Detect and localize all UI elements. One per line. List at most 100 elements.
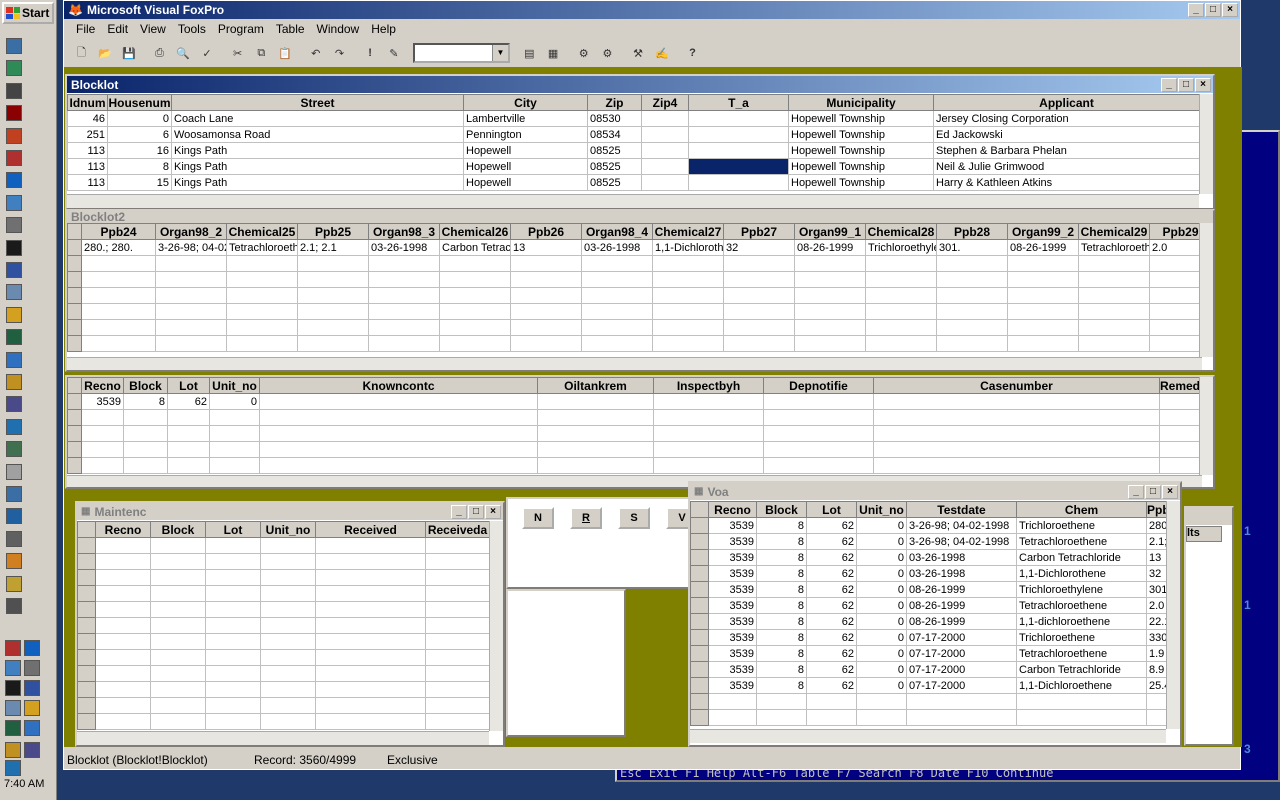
empty-cell[interactable] xyxy=(1146,709,1167,726)
table-row[interactable]: 3539 8 62 0 3-26-98; 04-02-1998 Trichloroethe… xyxy=(690,517,1167,534)
column-header-organ99_2[interactable]: Organ99_2 xyxy=(1007,223,1079,240)
column-header-chemical25[interactable]: Chemical25 xyxy=(226,223,298,240)
cell-recno[interactable]: 3539 xyxy=(708,613,757,630)
empty-cell[interactable] xyxy=(1078,271,1150,288)
empty-cell[interactable] xyxy=(510,271,582,288)
empty-cell[interactable] xyxy=(205,537,261,554)
cell-chemical25[interactable]: Tetrachloroeth xyxy=(226,239,298,256)
empty-cell[interactable] xyxy=(150,665,206,682)
empty-cell[interactable] xyxy=(510,255,582,272)
cell-block[interactable]: 8 xyxy=(756,533,807,550)
cell-lot[interactable]: 62 xyxy=(806,613,857,630)
cell-recno[interactable]: 3539 xyxy=(708,533,757,550)
empty-cell[interactable] xyxy=(1159,457,1203,474)
menu-tools[interactable]: Tools xyxy=(172,22,212,36)
cell-organ99_1[interactable]: 08-26-1999 xyxy=(794,239,866,256)
data-session-icon[interactable]: ▦ xyxy=(542,42,565,64)
database-combo[interactable] xyxy=(413,43,510,63)
empty-cell[interactable] xyxy=(368,271,440,288)
empty-cell[interactable] xyxy=(368,335,440,352)
cell-unit_no[interactable]: 0 xyxy=(856,661,907,678)
empty-row[interactable] xyxy=(77,665,490,682)
quick-launch-icon[interactable] xyxy=(6,329,22,346)
cell-unit_no[interactable]: 0 xyxy=(856,581,907,598)
maximize-button[interactable]: □ xyxy=(468,505,484,519)
cell-block[interactable]: 8 xyxy=(756,597,807,614)
cell-recno[interactable]: 3539 xyxy=(708,581,757,598)
empty-cell[interactable] xyxy=(260,681,316,698)
empty-cell[interactable] xyxy=(81,271,156,288)
empty-cell[interactable] xyxy=(226,255,298,272)
row-selector[interactable] xyxy=(690,517,709,534)
empty-row[interactable] xyxy=(67,441,1203,458)
row-selector[interactable] xyxy=(77,649,96,666)
menu-help[interactable]: Help xyxy=(365,22,402,36)
cell-lot[interactable]: 62 xyxy=(806,597,857,614)
empty-cell[interactable] xyxy=(708,693,757,710)
column-header-block[interactable]: Block xyxy=(123,377,168,394)
empty-cell[interactable] xyxy=(315,537,426,554)
cell-municipality[interactable]: Hopewell Township xyxy=(788,158,934,175)
column-header-block[interactable]: Block xyxy=(150,521,206,538)
cell-unit_no[interactable]: 0 xyxy=(856,613,907,630)
table-row[interactable]: 113 15 Kings Path Hopewell 08525 Hopewell Tow… xyxy=(67,174,1200,191)
empty-cell[interactable] xyxy=(936,319,1008,336)
cell-ppb25[interactable]: 2.1; 2.1 xyxy=(297,239,369,256)
cell-recno[interactable]: 3539 xyxy=(708,645,757,662)
empty-row[interactable] xyxy=(77,713,490,730)
empty-cell[interactable] xyxy=(936,271,1008,288)
empty-cell[interactable] xyxy=(205,713,261,730)
cell-ppb24[interactable]: 280.; 280. xyxy=(81,239,156,256)
empty-cell[interactable] xyxy=(865,271,937,288)
quick-launch-icon[interactable] xyxy=(6,508,22,525)
cell-recno[interactable]: 3539 xyxy=(708,661,757,678)
column-header-street[interactable]: Street xyxy=(171,94,464,111)
cell-ppb[interactable]: 2.0 xyxy=(1146,597,1167,614)
empty-cell[interactable] xyxy=(205,601,261,618)
cell-municipality[interactable]: Hopewell Township xyxy=(788,126,934,143)
cell-organ98_4[interactable]: 03-26-1998 xyxy=(581,239,653,256)
empty-cell[interactable] xyxy=(81,441,124,458)
cell-recno[interactable]: 3539 xyxy=(708,565,757,582)
cell-lot[interactable]: 62 xyxy=(806,629,857,646)
empty-cell[interactable] xyxy=(723,319,795,336)
minimize-button[interactable]: _ xyxy=(1161,78,1177,92)
empty-cell[interactable] xyxy=(537,425,654,442)
empty-cell[interactable] xyxy=(95,617,151,634)
empty-cell[interactable] xyxy=(936,335,1008,352)
close-button[interactable]: × xyxy=(1222,3,1238,17)
cell-testdate[interactable]: 08-26-1999 xyxy=(906,597,1017,614)
empty-cell[interactable] xyxy=(315,585,426,602)
column-header-chemical26[interactable]: Chemical26 xyxy=(439,223,511,240)
empty-cell[interactable] xyxy=(123,457,168,474)
empty-cell[interactable] xyxy=(653,441,764,458)
empty-cell[interactable] xyxy=(425,553,490,570)
cell-t_a[interactable] xyxy=(688,174,789,191)
form-wizard-icon[interactable]: ⚙ xyxy=(572,42,595,64)
cell-recno[interactable]: 3539 xyxy=(708,517,757,534)
cell-lot[interactable]: 62 xyxy=(806,661,857,678)
empty-cell[interactable] xyxy=(95,681,151,698)
print-preview-icon[interactable]: 🔍 xyxy=(172,42,195,64)
table-row[interactable]: 3539 8 62 0 3-26-98; 04-02-1998 Tetrachloroet… xyxy=(690,533,1167,550)
empty-row[interactable] xyxy=(77,585,490,602)
close-button[interactable]: × xyxy=(485,505,501,519)
cell-ppb[interactable]: 301. xyxy=(1146,581,1167,598)
empty-cell[interactable] xyxy=(1078,319,1150,336)
row-selector[interactable] xyxy=(690,677,709,694)
empty-cell[interactable] xyxy=(652,319,724,336)
row-selector[interactable] xyxy=(690,613,709,630)
empty-cell[interactable] xyxy=(297,303,369,320)
row-selector[interactable] xyxy=(77,601,96,618)
row-selector[interactable] xyxy=(77,585,96,602)
table-row[interactable]: 251 6 Woosamonsa Road Pennington 08534 Hopewe… xyxy=(67,126,1200,143)
empty-cell[interactable] xyxy=(155,287,227,304)
empty-cell[interactable] xyxy=(259,457,538,474)
empty-cell[interactable] xyxy=(226,271,298,288)
cell-testdate[interactable]: 07-17-2000 xyxy=(906,629,1017,646)
row-selector[interactable] xyxy=(690,629,709,646)
cell-lot[interactable]: 62 xyxy=(806,533,857,550)
cell-street[interactable]: Kings Path xyxy=(171,174,464,191)
empty-cell[interactable] xyxy=(581,271,653,288)
empty-cell[interactable] xyxy=(653,425,764,442)
